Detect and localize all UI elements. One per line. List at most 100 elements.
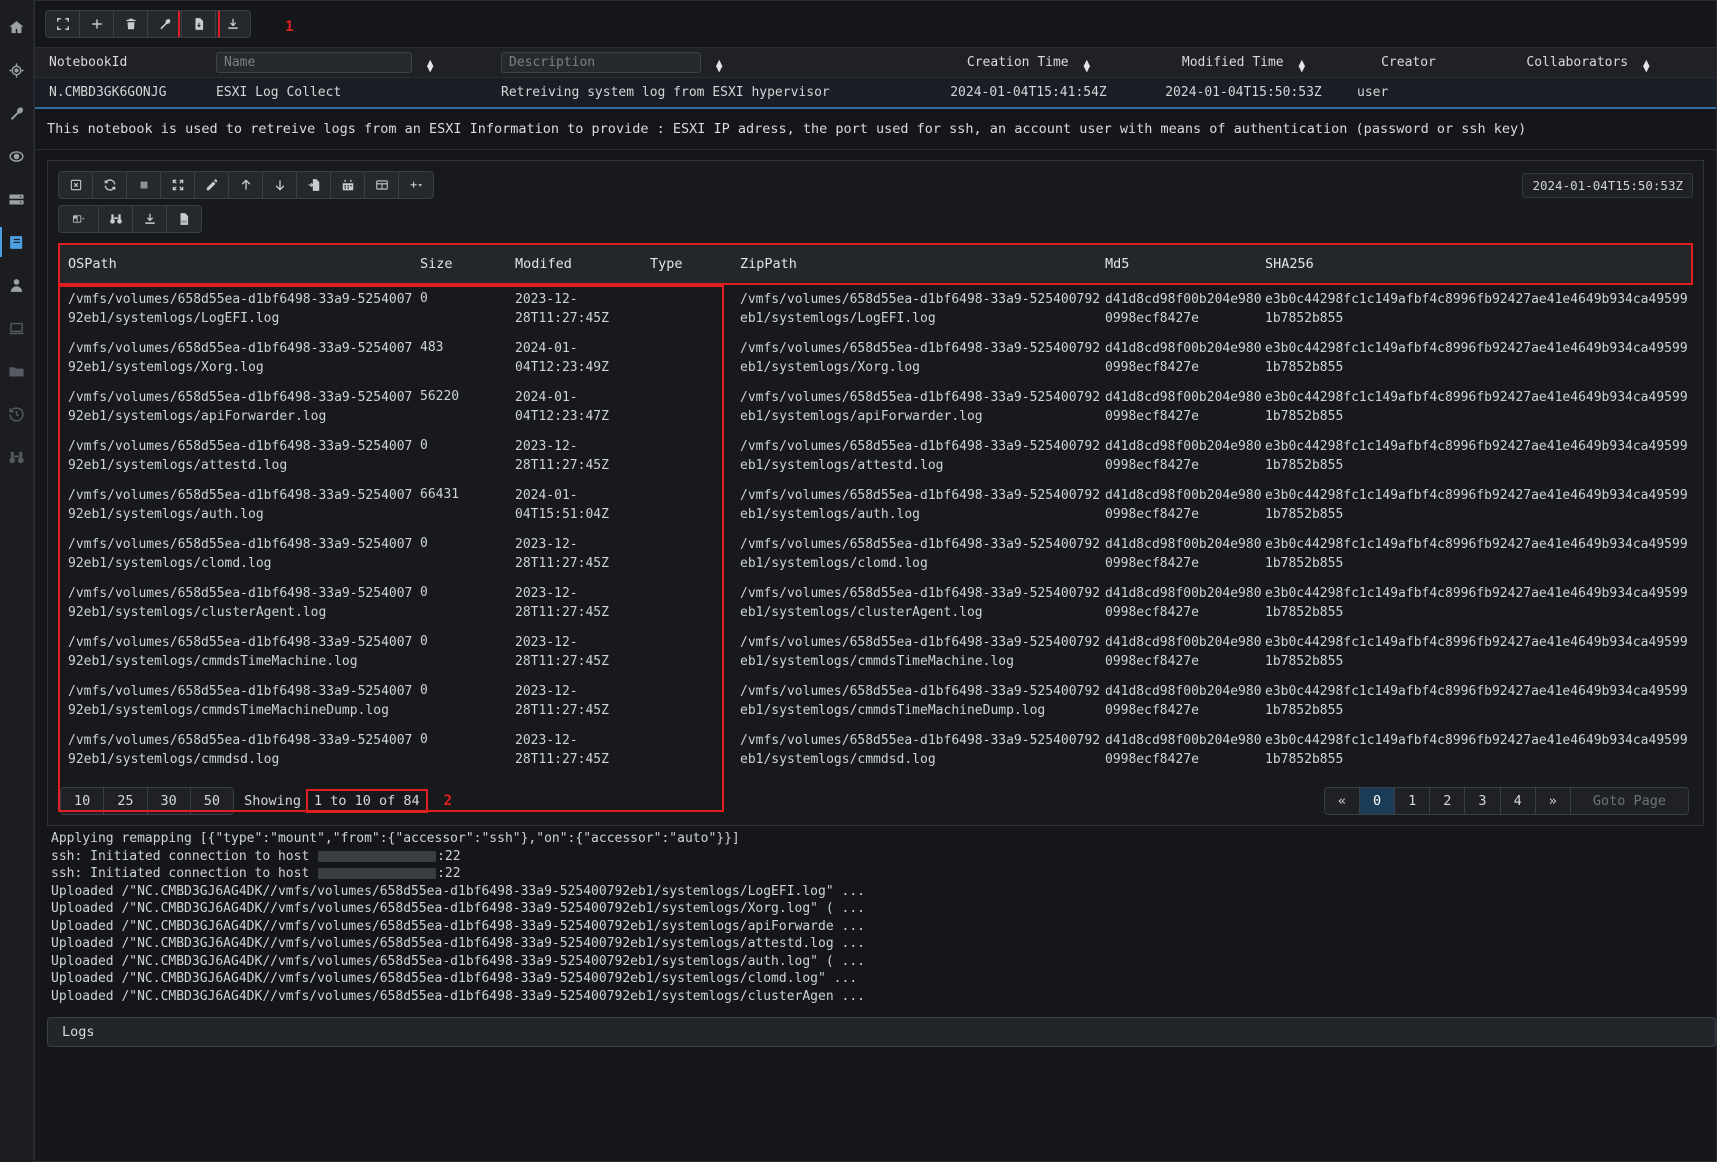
add-table-button[interactable]: [365, 172, 399, 198]
column-header-notebookid[interactable]: NotebookId: [41, 55, 216, 70]
cell-zippath: /vmfs/volumes/658d55ea-d1bf6498-33a9-525…: [740, 586, 1101, 620]
cell-size: 0: [420, 732, 428, 747]
cell-modified: 2023-12-28T11:27:45Z: [515, 586, 609, 620]
page-size-30[interactable]: 30: [147, 788, 191, 814]
svg-text:CSV: CSV: [181, 220, 188, 224]
page-nav-section: «0 1 2 3 4» Goto Page: [1323, 787, 1689, 815]
cell-md5: d41d8cd98f00b204e9800998ecf8427e: [1105, 390, 1262, 424]
column-header-ospath[interactable]: OSPath: [60, 255, 420, 274]
sidebar-item-tools[interactable]: [0, 96, 34, 130]
page-size-10[interactable]: 10: [61, 788, 105, 814]
move-cell-up-button[interactable]: [229, 172, 263, 198]
logs-button[interactable]: Logs: [47, 1017, 1716, 1047]
main-panel: 1 NotebookId Name ▲ ▼ Description ▲ ▼ Crea…: [34, 0, 1717, 1162]
column-header-creator[interactable]: Creator: [1351, 55, 1466, 70]
paste-cell-button[interactable]: [297, 172, 331, 198]
page-button-1[interactable]: 1: [1395, 788, 1431, 814]
sidebar-item-users[interactable]: [0, 268, 34, 302]
cell-zippath: /vmfs/volumes/658d55ea-d1bf6498-33a9-525…: [740, 439, 1101, 473]
cell-md5: d41d8cd98f00b204e9800998ecf8427e: [1105, 635, 1262, 669]
sidebar-item-clients[interactable]: [0, 311, 34, 345]
table-row[interactable]: /vmfs/volumes/658d55ea-d1bf6498-33a9-525…: [60, 481, 1693, 530]
page-button-2[interactable]: 2: [1430, 788, 1466, 814]
console-line: Uploaded /"NC.CMBD3GJ6AG4DK//vmfs/volume…: [51, 988, 865, 1004]
fullscreen-button[interactable]: [46, 11, 80, 37]
move-cell-down-button[interactable]: [263, 172, 297, 198]
description-filter-input[interactable]: Description: [501, 52, 701, 73]
edit-cell-button[interactable]: [195, 172, 229, 198]
table-row[interactable]: /vmfs/volumes/658d55ea-d1bf6498-33a9-525…: [60, 432, 1693, 481]
column-header-modified-time[interactable]: Modified Time ▲ ▼: [1136, 55, 1351, 74]
cell-zippath: /vmfs/volumes/658d55ea-d1bf6498-33a9-525…: [740, 488, 1101, 522]
redacted-host: [318, 868, 437, 879]
column-header-type[interactable]: Type: [650, 256, 740, 272]
prev-page-button[interactable]: «: [1324, 788, 1360, 814]
download-notebook-button[interactable]: [216, 11, 250, 37]
download-csv-button[interactable]: CSV: [167, 206, 201, 232]
next-page-button[interactable]: »: [1535, 788, 1571, 814]
sidebar-item-monitor[interactable]: [0, 139, 34, 173]
page-button-3[interactable]: 3: [1465, 788, 1501, 814]
notebook-table-row[interactable]: N.CMBD3GK6GONJG ESXI Log Collect Retreiv…: [35, 78, 1716, 107]
description-sort-icon[interactable]: ▲ ▼: [716, 57, 723, 74]
modified-time-sort-icon[interactable]: ▲ ▼: [1298, 57, 1305, 74]
table-row[interactable]: /vmfs/volumes/658d55ea-d1bf6498-33a9-525…: [60, 726, 1693, 775]
pagination-bar: 10 25 30 50 Showing 1 to 10 of 84 2 «0 1 2 3 4»…: [48, 775, 1703, 825]
table-row[interactable]: /vmfs/volumes/658d55ea-d1bf6498-33a9-525…: [60, 530, 1693, 579]
showing-label: Showing: [244, 793, 301, 809]
console-line-ssh: ssh: Initiated connection to host :22: [51, 848, 461, 864]
page-number-group: «0 1 2 3 4» Goto Page: [1323, 787, 1689, 815]
creation-time-sort-icon[interactable]: ▲ ▼: [1083, 57, 1090, 74]
sidebar-item-notebooks[interactable]: [0, 225, 34, 259]
description-filter-cell: Description ▲ ▼: [501, 52, 921, 74]
add-cell-dropdown-button[interactable]: [399, 172, 433, 198]
cancel-cell-button[interactable]: [59, 172, 93, 198]
application-window: 1 NotebookId Name ▲ ▼ Description ▲ ▼ Crea…: [0, 0, 1717, 1162]
cell-size: 0: [420, 634, 428, 649]
name-filter-input[interactable]: Name: [216, 52, 412, 73]
goto-page-input[interactable]: Goto Page: [1570, 788, 1688, 814]
column-selector-button[interactable]: [59, 206, 99, 232]
recalculate-cell-button[interactable]: [93, 172, 127, 198]
new-notebook-button[interactable]: [80, 11, 114, 37]
sidebar-item-search[interactable]: [0, 440, 34, 474]
table-row[interactable]: /vmfs/volumes/658d55ea-d1bf6498-33a9-525…: [60, 334, 1693, 383]
table-row[interactable]: /vmfs/volumes/658d55ea-d1bf6498-33a9-525…: [60, 383, 1693, 432]
cell-notebook-id: N.CMBD3GK6GONJG: [49, 85, 167, 100]
sidebar-item-server[interactable]: [0, 182, 34, 216]
results-table-body: /vmfs/volumes/658d55ea-d1bf6498-33a9-525…: [58, 285, 1693, 775]
collaborators-sort-icon[interactable]: ▲ ▼: [1643, 57, 1650, 74]
column-header-creation-time[interactable]: Creation Time ▲ ▼: [921, 55, 1136, 74]
column-header-md5[interactable]: Md5: [1105, 255, 1265, 274]
sidebar-item-history[interactable]: [0, 397, 34, 431]
column-header-size[interactable]: Size: [420, 256, 515, 272]
table-row[interactable]: /vmfs/volumes/658d55ea-d1bf6498-33a9-525…: [60, 628, 1693, 677]
stop-cell-button[interactable]: [127, 172, 161, 198]
cell-modified: 2023-12-28T11:27:45Z: [515, 537, 609, 571]
cell-sha256: e3b0c44298fc1c149afbf4c8996fb92427ae41e4…: [1265, 537, 1688, 571]
cell-timeline-button[interactable]: [331, 172, 365, 198]
page-size-25[interactable]: 25: [104, 788, 148, 814]
column-header-zippath[interactable]: ZipPath: [740, 255, 1105, 274]
column-header-sha256[interactable]: SHA256: [1265, 255, 1691, 274]
cell-sha256: e3b0c44298fc1c149afbf4c8996fb92427ae41e4…: [1265, 684, 1688, 718]
sidebar-item-files[interactable]: [0, 354, 34, 388]
table-search-button[interactable]: [99, 206, 133, 232]
delete-notebook-button[interactable]: [114, 11, 148, 37]
column-header-collaborators[interactable]: Collaborators ▲ ▼: [1466, 55, 1710, 74]
export-notebook-button[interactable]: [178, 11, 220, 37]
sidebar-item-home[interactable]: [0, 10, 34, 44]
table-row[interactable]: /vmfs/volumes/658d55ea-d1bf6498-33a9-525…: [60, 677, 1693, 726]
name-sort-icon[interactable]: ▲ ▼: [427, 57, 434, 74]
column-header-modifed[interactable]: Modifed: [515, 255, 650, 274]
table-row[interactable]: /vmfs/volumes/658d55ea-d1bf6498-33a9-525…: [60, 579, 1693, 628]
table-row[interactable]: /vmfs/volumes/658d55ea-d1bf6498-33a9-525…: [60, 285, 1693, 334]
sidebar-item-hunt[interactable]: [0, 53, 34, 87]
edit-notebook-button[interactable]: [148, 11, 182, 37]
console-line: Applying remapping [{"type":"mount","fro…: [51, 831, 740, 846]
page-size-50[interactable]: 50: [190, 788, 234, 814]
download-json-button[interactable]: [133, 206, 167, 232]
page-button-0[interactable]: 0: [1360, 788, 1396, 814]
collapse-cell-button[interactable]: [161, 172, 195, 198]
page-button-4[interactable]: 4: [1500, 788, 1536, 814]
